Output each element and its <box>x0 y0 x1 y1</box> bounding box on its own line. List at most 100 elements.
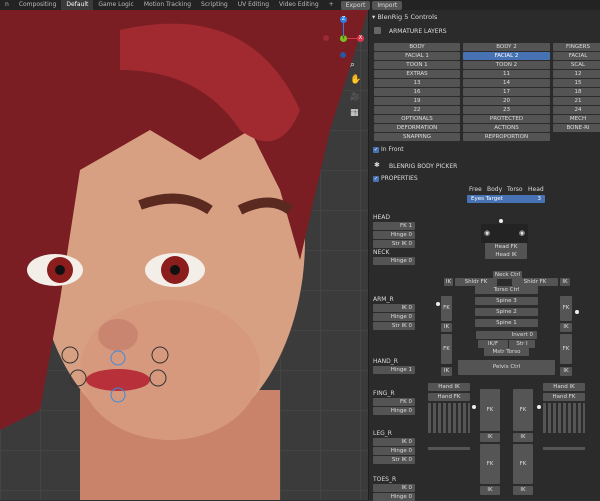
leg-left-ik[interactable]: IK <box>480 433 500 442</box>
torso-ctrl-bone[interactable]: Torso Ctrl <box>475 286 538 294</box>
leg-left-foot-ik[interactable]: IK <box>480 486 500 495</box>
tab-video-editing[interactable]: Video Editing <box>274 0 324 10</box>
layer-button[interactable]: 16 <box>374 88 460 96</box>
gizmo-neg-x[interactable] <box>323 35 329 41</box>
gizmo-neg-z[interactable] <box>340 52 346 58</box>
head-property[interactable]: Hinge 0 <box>373 231 415 239</box>
head-fk-bone[interactable]: Head FK <box>485 243 527 251</box>
fingers-right-bones[interactable] <box>543 403 585 433</box>
spine-1-bone[interactable]: Spine 1 <box>475 319 538 327</box>
shoulder-ik-left[interactable]: IK <box>444 278 453 286</box>
head-ik-bone[interactable]: Head IK <box>485 251 527 259</box>
tab-uv-editing[interactable]: UV Editing <box>233 0 274 10</box>
layer-button[interactable]: 24 <box>553 106 600 114</box>
target-torso[interactable]: Torso <box>507 186 523 193</box>
gizmo-z-axis[interactable]: Z <box>340 16 347 23</box>
layer-button[interactable]: OPTIONALS <box>374 115 460 123</box>
layer-button[interactable]: 13 <box>374 79 460 87</box>
layer-button[interactable]: 20 <box>463 97 550 105</box>
arm-r-property[interactable]: IK 0 <box>373 304 415 312</box>
fing-r-property[interactable]: FK 0 <box>373 398 415 406</box>
arm-r-property[interactable]: Hinge 0 <box>373 313 415 321</box>
layer-button[interactable]: MECH <box>553 115 600 123</box>
master-torso-bone[interactable]: Mstr Torso <box>484 348 529 356</box>
tab-game-logic[interactable]: Game Logic <box>93 0 138 10</box>
layer-button[interactable]: 11 <box>463 70 550 78</box>
shoulder-ik-right[interactable]: IK <box>560 278 570 286</box>
layer-button[interactable]: 21 <box>553 97 600 105</box>
spine-2-bone[interactable]: Spine 2 <box>475 308 538 316</box>
export-button[interactable]: Export <box>340 0 371 10</box>
arm-right-lower-fk[interactable]: FK <box>560 334 572 364</box>
arm-left-hand-ik[interactable]: IK <box>441 367 452 376</box>
leg-right-upper-fk[interactable]: FK <box>513 389 533 431</box>
layer-button[interactable]: TOON 2 <box>463 61 550 69</box>
layer-button[interactable]: 23 <box>463 106 550 114</box>
layer-button[interactable]: REPROPORTION <box>463 133 550 141</box>
properties-checkbox[interactable]: ✓ PROPERTIES <box>373 175 418 182</box>
arm-right-ik[interactable]: IK <box>560 323 572 332</box>
tab-prev[interactable]: n <box>0 0 14 10</box>
layer-button[interactable]: FACIAL 2 <box>463 52 550 60</box>
hand-ik-right[interactable]: Hand IK <box>543 383 585 391</box>
eye-right-icon[interactable]: ◉ <box>519 229 525 237</box>
toes-r-property[interactable]: IK 0 <box>373 484 415 492</box>
gizmo-y-axis[interactable]: Y <box>340 35 347 42</box>
camera-icon[interactable]: 🎥 <box>350 92 360 101</box>
leg-left-pole[interactable] <box>428 447 470 450</box>
head-bone-box[interactable]: ◉ ◉ <box>481 224 528 243</box>
layer-button[interactable]: BODY 2 <box>463 43 550 51</box>
leg-left-upper-fk[interactable]: FK <box>480 389 500 431</box>
arm-right-upper-fk[interactable]: FK <box>560 296 572 321</box>
leg-right-pole[interactable] <box>543 447 585 450</box>
pan-hand-icon[interactable]: ✋ <box>350 75 361 85</box>
target-free[interactable]: Free <box>469 186 482 193</box>
layer-button[interactable]: BODY <box>374 43 460 51</box>
fingers-left-bones[interactable] <box>428 403 470 433</box>
layer-button[interactable]: 19 <box>374 97 460 105</box>
layer-button[interactable]: 17 <box>463 88 550 96</box>
ik-fk-toggle[interactable]: IK/F <box>478 340 508 348</box>
layer-button[interactable]: 22 <box>374 106 460 114</box>
in-front-checkbox[interactable]: ✓ In Front <box>373 146 404 153</box>
target-body[interactable]: Body <box>487 186 502 193</box>
layer-button[interactable]: ACTIONS <box>463 124 550 132</box>
eye-left-icon[interactable]: ◉ <box>484 229 490 237</box>
leg-dot[interactable] <box>472 405 476 409</box>
layer-button[interactable]: FINGERS <box>553 43 600 51</box>
leg-dot[interactable] <box>537 405 541 409</box>
layer-button[interactable]: 14 <box>463 79 550 87</box>
gizmo-x-axis[interactable]: X <box>357 35 364 42</box>
hand-fk-right[interactable]: Hand FK <box>543 393 585 401</box>
layer-button[interactable]: EXTRAS <box>374 70 460 78</box>
add-workspace-button[interactable]: + <box>324 0 339 10</box>
tab-scripting[interactable]: Scripting <box>196 0 233 10</box>
str-i-toggle[interactable]: Str I <box>509 340 535 348</box>
layer-button[interactable]: BONE-RI <box>553 124 600 132</box>
shoulder-fk-right[interactable]: Shldr FK <box>512 278 558 286</box>
invert-toggle[interactable]: Invert 0 <box>476 331 537 339</box>
target-head[interactable]: Head <box>528 186 544 193</box>
grid-view-icon[interactable]: ▦ <box>350 108 359 118</box>
head-property[interactable]: Str IK 0 <box>373 240 415 248</box>
leg-r-property[interactable]: Str IK 0 <box>373 456 415 464</box>
leg-right-foot-ik[interactable]: IK <box>513 486 533 495</box>
leg-right-ik[interactable]: IK <box>513 433 533 442</box>
arm-left-ik[interactable]: IK <box>441 323 452 332</box>
arm-left-lower-fk[interactable]: FK <box>441 334 452 364</box>
tab-compositing[interactable]: Compositing <box>14 0 62 10</box>
shoulder-fk-left[interactable]: Shldr FK <box>455 278 497 286</box>
layer-button[interactable]: TOON 1 <box>374 61 460 69</box>
layer-button[interactable]: 18 <box>553 88 600 96</box>
layer-button[interactable]: FACIAL <box>553 52 600 60</box>
leg-left-lower-fk[interactable]: FK <box>480 444 500 484</box>
leg-right-lower-fk[interactable]: FK <box>513 444 533 484</box>
layer-button[interactable]: SCAL <box>553 61 600 69</box>
leg-r-property[interactable]: Hinge 0 <box>373 447 415 455</box>
hand-ik-left[interactable]: Hand IK <box>428 383 470 391</box>
spine-3-bone[interactable]: Spine 3 <box>475 297 538 305</box>
tab-default[interactable]: Default <box>61 0 94 10</box>
layer-button[interactable]: FACIAL 1 <box>374 52 460 60</box>
arm-r-property[interactable]: Str IK 0 <box>373 322 415 330</box>
pelvis-ctrl-bone[interactable]: Pelvis Ctrl <box>458 360 555 375</box>
